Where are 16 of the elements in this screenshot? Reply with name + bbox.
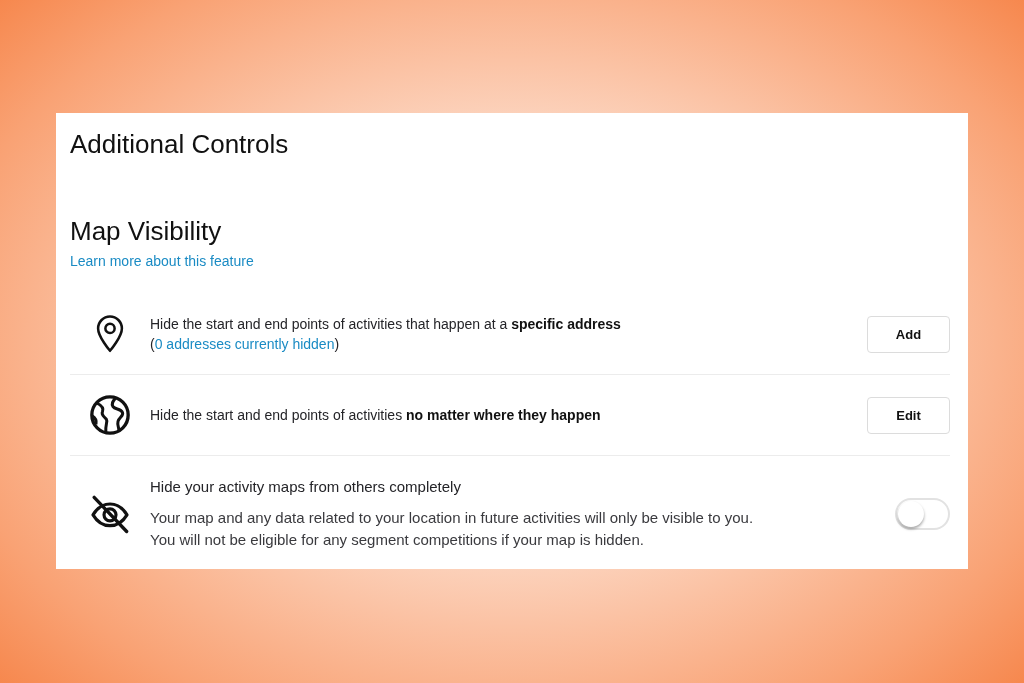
setting-description: Hide the start and end points of activities that happen at a specific address: [150, 315, 622, 334]
learn-more-link[interactable]: Learn more about this feature: [70, 252, 254, 270]
setting-title: Hide your activity maps from others completely: [150, 477, 462, 497]
location-pin-icon: [96, 315, 124, 353]
addresses-link[interactable]: 0 addresses currently hidden: [154, 336, 335, 352]
eye-slash-icon: [90, 493, 130, 534]
globe-icon: [90, 395, 130, 435]
setting-description: You will not be eligible for any segment competitions if your map is hidden.: [150, 530, 645, 550]
hidden-count-note: (0 addresses currently hidden): [150, 335, 341, 354]
section-heading: Map Visibility: [70, 215, 223, 248]
add-button[interactable]: Add: [867, 315, 950, 353]
edit-button[interactable]: Edit: [867, 396, 950, 434]
setting-description: Your map and any data related to your location in future activities will only be visible to you.: [150, 508, 755, 528]
setting-description: Hide the start and end points of activities no matter where they happen: [150, 406, 602, 425]
page-heading: Additional Controls: [70, 128, 290, 161]
visibility-toggle[interactable]: [895, 497, 950, 530]
